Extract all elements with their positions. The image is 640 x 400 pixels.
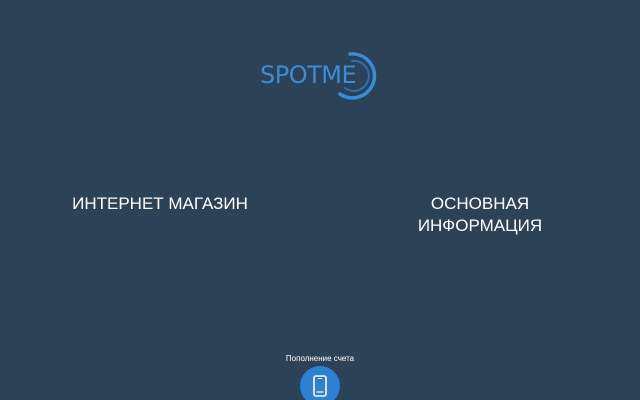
menu-item-basic-info-line2: ИНФОРМАЦИЯ xyxy=(417,216,543,235)
topup-account-button[interactable]: Пополнение счета xyxy=(265,354,375,400)
menu-item-online-shop[interactable]: ИНТЕРНЕТ МАГАЗИН xyxy=(40,193,280,215)
app-screen: SPOTME ИНТЕРНЕТ МАГАЗИН ОСНОВНАЯ ИНФОРМА… xyxy=(0,0,640,400)
phone-icon xyxy=(313,375,327,397)
menu-item-online-shop-label: ИНТЕРНЕТ МАГАЗИН xyxy=(72,194,248,213)
menu-item-basic-info-line1: ОСНОВНАЯ xyxy=(430,194,530,213)
logo-ring-icon xyxy=(338,52,377,100)
menu-item-basic-info[interactable]: ОСНОВНАЯ ИНФОРМАЦИЯ xyxy=(380,193,580,237)
topup-account-label: Пополнение счета xyxy=(285,354,355,363)
spotme-logo: SPOTME xyxy=(256,50,384,100)
topup-circle[interactable] xyxy=(300,366,340,400)
